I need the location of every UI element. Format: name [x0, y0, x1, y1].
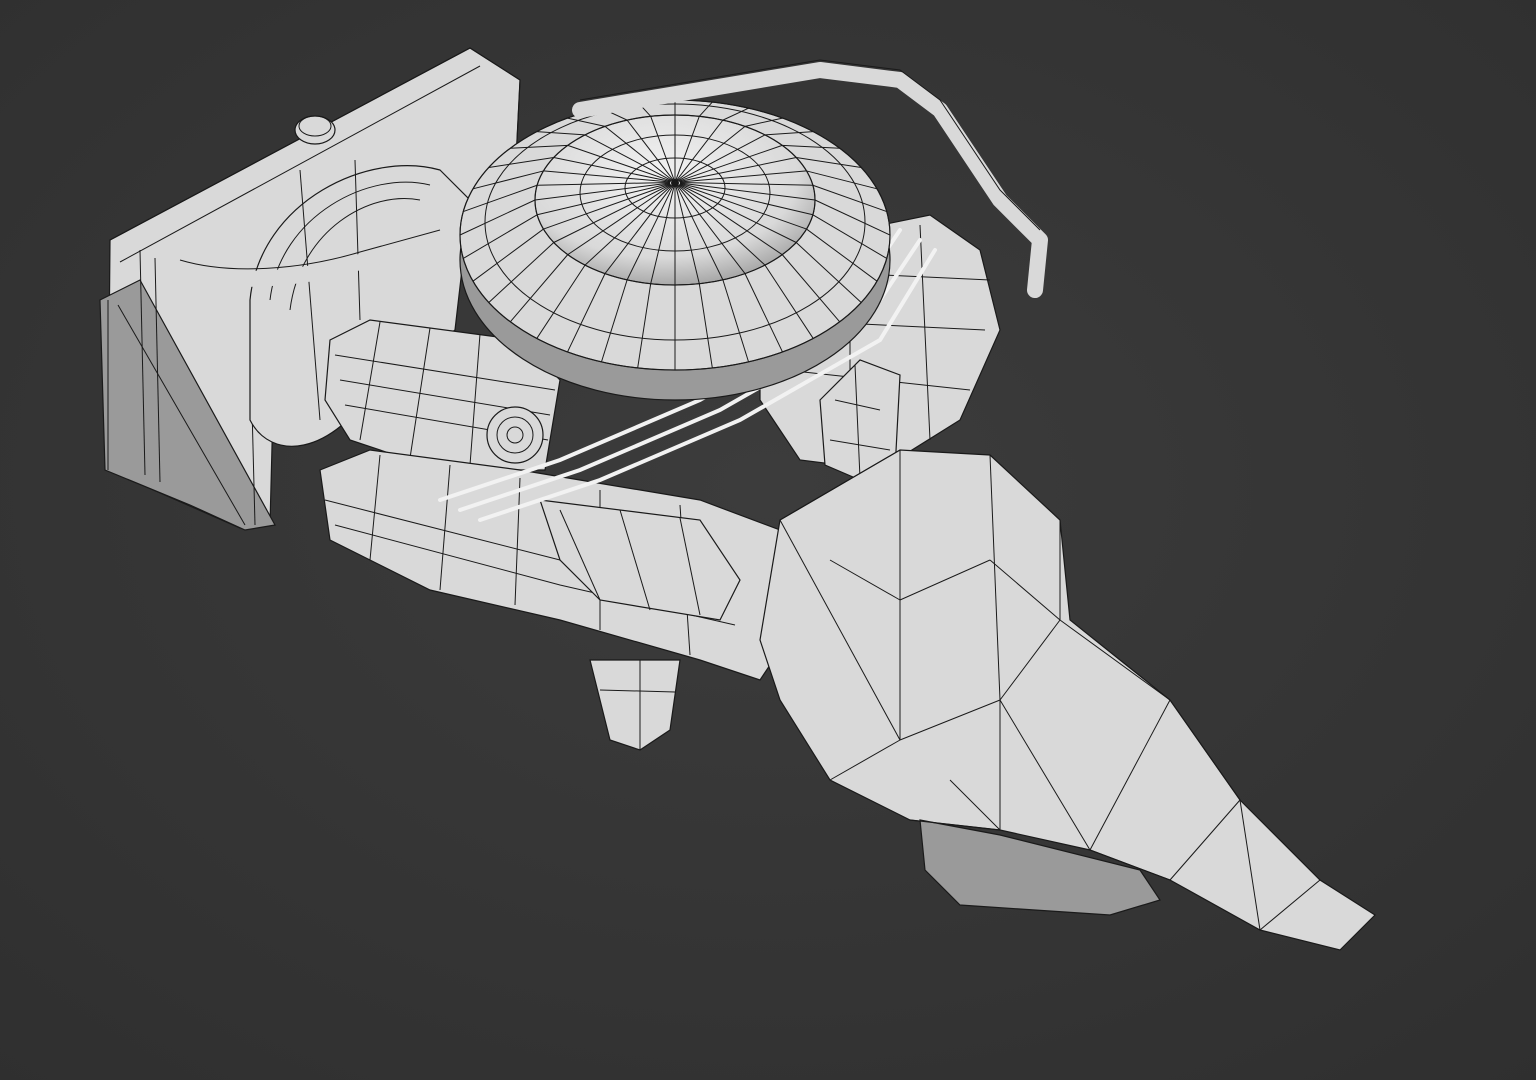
- air-cleaner: [459, 99, 891, 401]
- engine-model: [0, 0, 1536, 1080]
- render-viewport: [0, 0, 1536, 1080]
